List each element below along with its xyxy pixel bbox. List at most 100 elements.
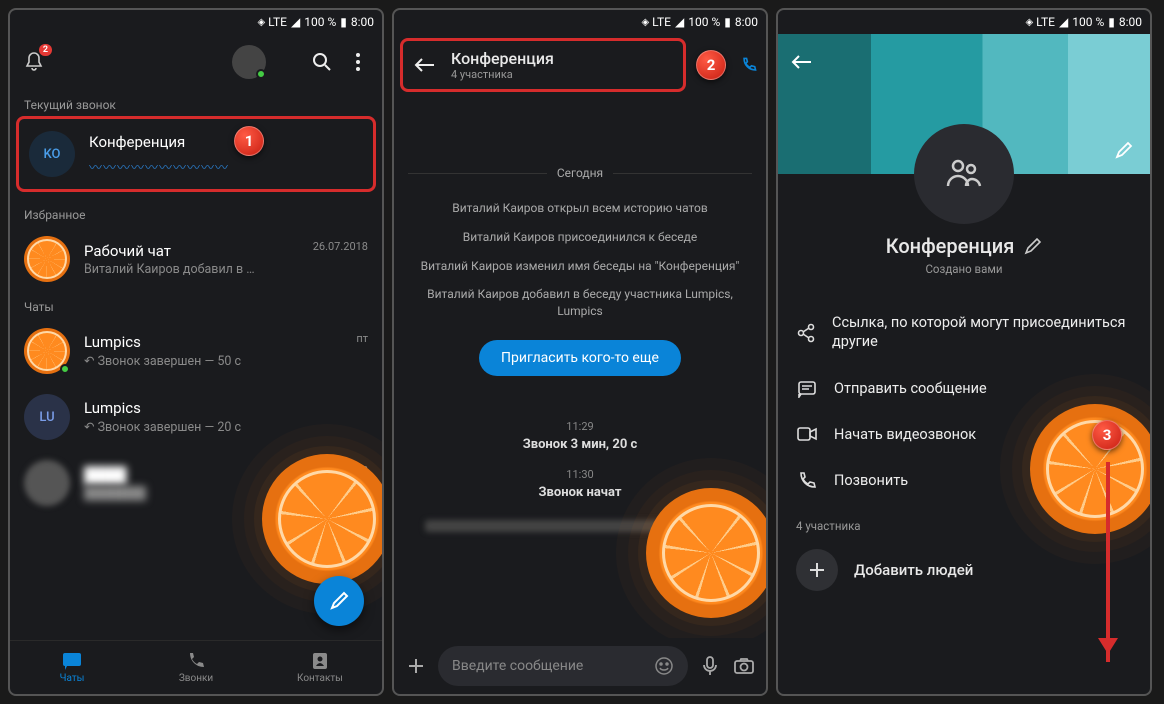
message-input[interactable]: Введите сообщение <box>438 646 688 686</box>
nav-calls[interactable]: Звонки <box>134 641 258 694</box>
status-bar: ◈ LTE ◢ 100 % ▮ 8:00 <box>778 10 1150 34</box>
battery-pct: 100 % <box>304 15 336 29</box>
avatar-orange-icon <box>24 328 70 374</box>
tutorial-marker-3: 3 <box>1092 420 1122 450</box>
cover-image <box>778 34 1150 174</box>
top-bar: 2 <box>10 34 382 90</box>
edit-cover-button[interactable] <box>1112 138 1136 162</box>
add-people-row[interactable]: Добавить людей <box>778 541 1150 605</box>
chat-header-highlighted[interactable]: Конференция 4 участника <box>400 38 686 92</box>
menu-send-message[interactable]: Отправить сообщение <box>778 366 1150 412</box>
screen-chats-list: ◈ LTE ◢ 100 % ▮ 8:00 2 1 Текущий звонок … <box>8 8 384 696</box>
avatar-blurred <box>24 460 70 506</box>
participants-count: 4 участника <box>778 505 879 541</box>
invite-button[interactable]: Пригласить кого-то еще <box>479 340 681 376</box>
nav-label: Звонки <box>179 673 213 684</box>
screen-conference-profile: ◈ LTE ◢ 100 % ▮ 8:00 Конференция Создано… <box>776 8 1152 696</box>
chat-row-fav[interactable]: Рабочий чат Виталий Каиров добавил в … 2… <box>10 226 382 292</box>
battery-icon: ▮ <box>1108 15 1115 29</box>
nav-chats[interactable]: Чаты <box>10 641 134 694</box>
profile-body: Конференция Создано вами Ссылка, по кото… <box>778 174 1150 605</box>
status-bar: ◈ LTE ◢ 100 % ▮ 8:00 <box>394 10 766 34</box>
chat-time: 8 <box>362 464 368 477</box>
chat-preview: ↶ Звонок завершен — 20 с <box>84 419 368 435</box>
menu-share-link[interactable]: Ссылка, по которой могут присоединиться … <box>778 300 1150 366</box>
tutorial-marker-2: 2 <box>696 50 726 80</box>
chat-name: Lumpics <box>84 333 342 351</box>
chat-row[interactable]: LU Lumpics ↶ Звонок завершен — 20 с <box>10 384 382 450</box>
clock: 8:00 <box>351 15 374 29</box>
edit-title-button[interactable] <box>1024 237 1042 255</box>
chat-preview: Виталий Каиров добавил в … <box>84 262 299 277</box>
conference-avatar: KO <box>29 131 75 177</box>
chat-title: Конференция <box>451 49 554 68</box>
overflow-menu-button[interactable] <box>346 50 370 74</box>
avatar-initials: LU <box>24 394 70 440</box>
emoji-icon[interactable] <box>654 656 674 676</box>
back-button[interactable] <box>413 53 437 77</box>
day-separator: Сегодня <box>408 166 752 180</box>
system-message: Виталий Каиров изменил имя беседы на "Ко… <box>421 258 740 275</box>
lte-label: LTE <box>268 15 287 29</box>
plus-circle-icon <box>796 549 838 591</box>
wifi-icon: ◈ <box>1025 17 1032 28</box>
profile-subtitle: Создано вами <box>925 262 1002 276</box>
notifications-button[interactable]: 2 <box>22 50 46 74</box>
nav-label: Контакты <box>297 673 343 684</box>
chat-name: Рабочий чат <box>84 242 299 260</box>
composer: Введите сообщение <box>394 638 766 694</box>
chat-preview: ↶ Звонок завершен — 50 с <box>84 353 342 369</box>
notifications-badge: 2 <box>39 44 52 56</box>
tutorial-arrow-icon <box>1106 462 1110 662</box>
call-button[interactable] <box>740 53 764 77</box>
phone-icon <box>796 471 818 491</box>
message-placeholder: Введите сообщение <box>452 658 583 674</box>
signal-icon: ◢ <box>675 15 684 29</box>
mic-button[interactable] <box>698 654 722 678</box>
compose-fab[interactable] <box>314 576 364 626</box>
signal-icon: ◢ <box>1059 15 1068 29</box>
group-avatar[interactable] <box>914 124 1014 224</box>
chat-row[interactable]: Lumpics ↶ Звонок завершен — 50 с пт <box>10 318 382 384</box>
wifi-icon: ◈ <box>641 17 648 28</box>
system-message: Виталий Каиров присоединился к беседе <box>463 229 698 246</box>
search-button[interactable] <box>310 50 334 74</box>
system-message: Виталий Каиров добавил в беседу участник… <box>417 286 744 320</box>
profile-avatar[interactable] <box>232 45 266 79</box>
add-people-label: Добавить людей <box>854 561 973 579</box>
menu-label: Отправить сообщение <box>834 380 987 397</box>
chat-preview-blurred: ███████ <box>84 486 348 501</box>
call-event: Звонок 3 мин, 20 с <box>523 437 638 452</box>
chat-row-blurred[interactable]: ████ ███████ 8 <box>10 450 382 516</box>
chat-time: пт <box>356 332 368 345</box>
chat-body[interactable]: Сегодня Виталий Каиров открыл всем истор… <box>394 96 766 638</box>
share-icon <box>796 323 816 343</box>
message-icon <box>796 380 818 398</box>
avatar-orange-icon <box>24 236 70 282</box>
menu-label: Позвонить <box>834 472 908 489</box>
wifi-icon: ◈ <box>257 17 264 28</box>
menu-label: Начать видеозвонок <box>834 426 976 443</box>
audio-wave-icon: 〰〰〰〰〰〰〰〰〰〰 <box>89 157 363 176</box>
conference-title: Конференция <box>89 133 363 151</box>
tutorial-marker-1: 1 <box>234 126 264 156</box>
presence-dot <box>256 69 266 79</box>
chat-name: Lumpics <box>84 399 368 417</box>
section-current-call: Текущий звонок <box>10 90 382 116</box>
signal-icon: ◢ <box>291 15 300 29</box>
timestamp: 11:29 <box>566 420 593 433</box>
video-icon <box>796 426 818 442</box>
camera-button[interactable] <box>732 654 756 678</box>
watermark-orange-icon <box>646 488 766 618</box>
screen-conference-chat: ◈ LTE ◢ 100 % ▮ 8:00 Конференция 4 участ… <box>392 8 768 696</box>
back-button[interactable] <box>790 50 814 74</box>
profile-title: Конференция <box>886 234 1015 258</box>
current-call-row[interactable]: KO Конференция 〰〰〰〰〰〰〰〰〰〰 <box>16 116 376 192</box>
add-attachment-button[interactable] <box>404 654 428 678</box>
menu-label: Ссылка, по которой могут присоединиться … <box>832 314 1132 352</box>
menu-call[interactable]: Позвонить <box>778 457 1150 505</box>
chat-name-blurred: ████ <box>84 466 348 484</box>
nav-contacts[interactable]: Контакты <box>258 641 382 694</box>
section-favorites: Избранное <box>10 200 382 226</box>
blurred-message <box>425 520 735 532</box>
